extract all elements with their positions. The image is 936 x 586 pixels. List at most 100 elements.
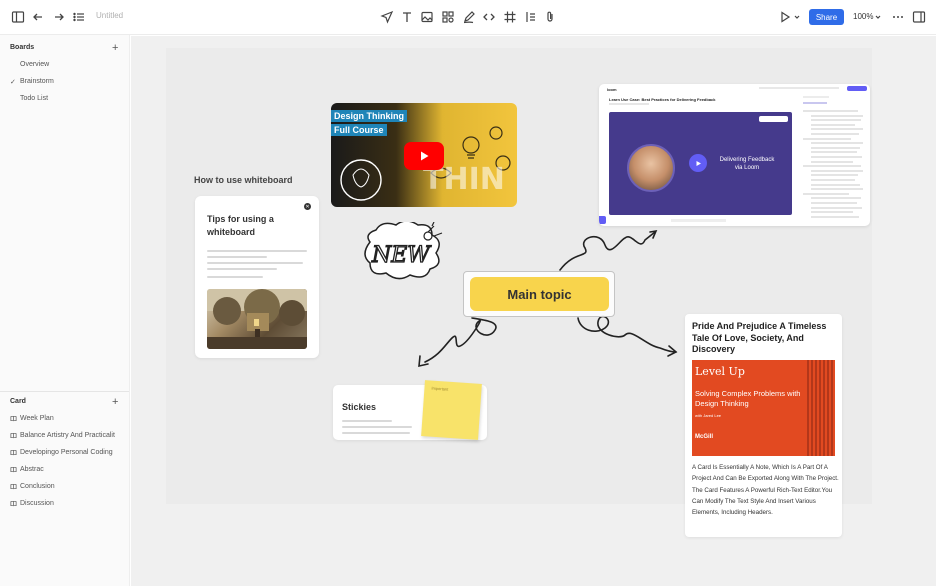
transcript-line [811, 123, 855, 126]
book-icon [10, 415, 17, 422]
sidebar-card-label: Developingo Personal Coding [20, 449, 113, 456]
pride-card[interactable]: Pride And Prejudice A Timeless Tale Of L… [685, 314, 842, 537]
tips-card[interactable]: Tips for using a whiteboard ✕ [195, 196, 319, 358]
loom-embed-card[interactable]: loom Learn Use Case: Best Practices for … [599, 84, 870, 226]
sidebar-card-developingo[interactable]: Developingo Personal Coding [10, 449, 113, 456]
presenter-avatar [627, 144, 675, 192]
loom-video-player[interactable]: Delivering Feedback via Loom [609, 112, 792, 215]
transcript-line [811, 142, 863, 145]
sidebar-card-label: Conclusion [20, 483, 55, 490]
transcript-line [811, 179, 855, 181]
transcript-line [811, 114, 863, 117]
transcript-line [811, 183, 860, 186]
sticky-note[interactable]: Important [421, 380, 482, 440]
video-title-line2: Full Course [331, 124, 387, 136]
attachment-icon[interactable] [543, 10, 557, 24]
sidebar-card-abstrac[interactable]: Abstrac [10, 466, 44, 473]
transcript-line [811, 197, 861, 200]
transcript-line [811, 156, 862, 158]
course-banner: Level Up Solving Complex Problems with D… [692, 360, 835, 456]
panel-icon[interactable] [912, 10, 926, 24]
mcgill-logo: McGill [695, 434, 714, 440]
book-icon [10, 432, 17, 439]
placeholder-line [342, 432, 410, 434]
list-icon[interactable] [72, 10, 86, 24]
transcript-line [803, 110, 858, 112]
pride-card-title: Pride And Prejudice A Timeless Tale Of L… [692, 321, 827, 354]
top-toolbar: Untitled Share 100% [0, 0, 936, 35]
sidebar-card-label: Week Plan [20, 415, 54, 422]
sidebar-divider [0, 391, 129, 392]
main-topic-node[interactable]: Main topic [470, 277, 609, 311]
back-arrow-icon[interactable] [31, 10, 45, 24]
boards-section-title: Boards [10, 44, 35, 51]
card-section-title: Card [10, 398, 26, 405]
more-icon[interactable] [891, 10, 905, 24]
pointer-icon[interactable] [380, 10, 394, 24]
youtube-video-card[interactable]: THIN Design Thinking Full Course [331, 103, 517, 207]
sidebar-item-overview[interactable]: Overview [20, 61, 49, 68]
loom-header-button[interactable] [847, 86, 867, 91]
sidebar-card-balance-artistry[interactable]: Balance Artistry And Practicalit [10, 432, 115, 439]
sidebar-card-discussion[interactable]: Discussion [10, 500, 54, 507]
transcript-line [811, 133, 859, 135]
transcript-tabs [803, 96, 829, 98]
sidebar-card-label: Balance Artistry And Practicalit [20, 432, 115, 439]
svg-text:NEW: NEW [371, 243, 432, 268]
book-icon [10, 483, 17, 490]
banner-stripes [807, 360, 835, 456]
sidebar-card-week-plan[interactable]: Week Plan [10, 415, 54, 422]
sidebar-item-brainstorm[interactable]: Brainstorm [20, 78, 54, 85]
check-icon: ✓ [10, 79, 16, 86]
sidebar-card-label: Abstrac [20, 466, 44, 473]
stickies-title: Stickies [342, 402, 377, 412]
image-icon[interactable] [420, 10, 434, 24]
book-icon [10, 449, 17, 456]
placeholder-line [207, 276, 263, 278]
placeholder-line [207, 262, 303, 264]
code-icon[interactable] [482, 10, 496, 24]
add-card-button[interactable]: + [112, 397, 118, 408]
sidebar-toggle-icon[interactable] [11, 10, 25, 24]
add-board-button[interactable]: + [112, 43, 118, 54]
sidebar-card-conclusion[interactable]: Conclusion [10, 483, 55, 490]
sidebar-card-label: Discussion [20, 500, 54, 507]
transcript-tab-active [803, 102, 827, 104]
transcript-line [811, 160, 853, 163]
share-button[interactable]: Share [809, 9, 844, 25]
sidebar-item-todo-list[interactable]: Todo List [20, 95, 48, 102]
loom-reactions [671, 219, 726, 222]
play-icon[interactable] [689, 154, 707, 172]
shapes-icon[interactable] [441, 10, 455, 24]
banner-author: with Jared Lee [695, 413, 722, 418]
placeholder-line [207, 256, 267, 258]
loom-badge [599, 216, 606, 224]
close-icon[interactable]: ✕ [304, 203, 311, 210]
placeholder-line [207, 250, 307, 252]
loom-video-tag [759, 116, 788, 122]
text-icon[interactable] [400, 10, 414, 24]
placeholder-line [207, 268, 277, 270]
sidebar: Boards + Overview ✓ Brainstorm Todo List… [0, 35, 130, 586]
transcript-line [811, 174, 858, 177]
transcript-line [811, 215, 859, 218]
howto-heading: How to use whiteboard [194, 175, 293, 185]
new-sticker: NEW [364, 222, 443, 280]
banner-subheading: Solving Complex Problems with Design Thi… [695, 389, 801, 408]
pen-icon[interactable] [462, 10, 476, 24]
loom-nav-links [759, 87, 839, 89]
transcript-line [811, 202, 857, 204]
document-title[interactable]: Untitled [96, 11, 123, 20]
book-icon [10, 500, 17, 507]
transcript-line [811, 169, 863, 172]
frame-icon[interactable] [503, 10, 517, 24]
transcript-line [811, 211, 853, 214]
loom-video-text: Delivering Feedback via Loom [719, 157, 775, 171]
transcript-line [803, 137, 851, 140]
sticky-note-text: Important [431, 385, 449, 392]
youtube-play-icon[interactable] [404, 142, 444, 170]
forward-arrow-icon[interactable] [52, 10, 66, 24]
chevron-down-icon[interactable] [871, 10, 885, 24]
table-icon[interactable] [523, 10, 537, 24]
chevron-down-icon[interactable] [790, 10, 804, 24]
